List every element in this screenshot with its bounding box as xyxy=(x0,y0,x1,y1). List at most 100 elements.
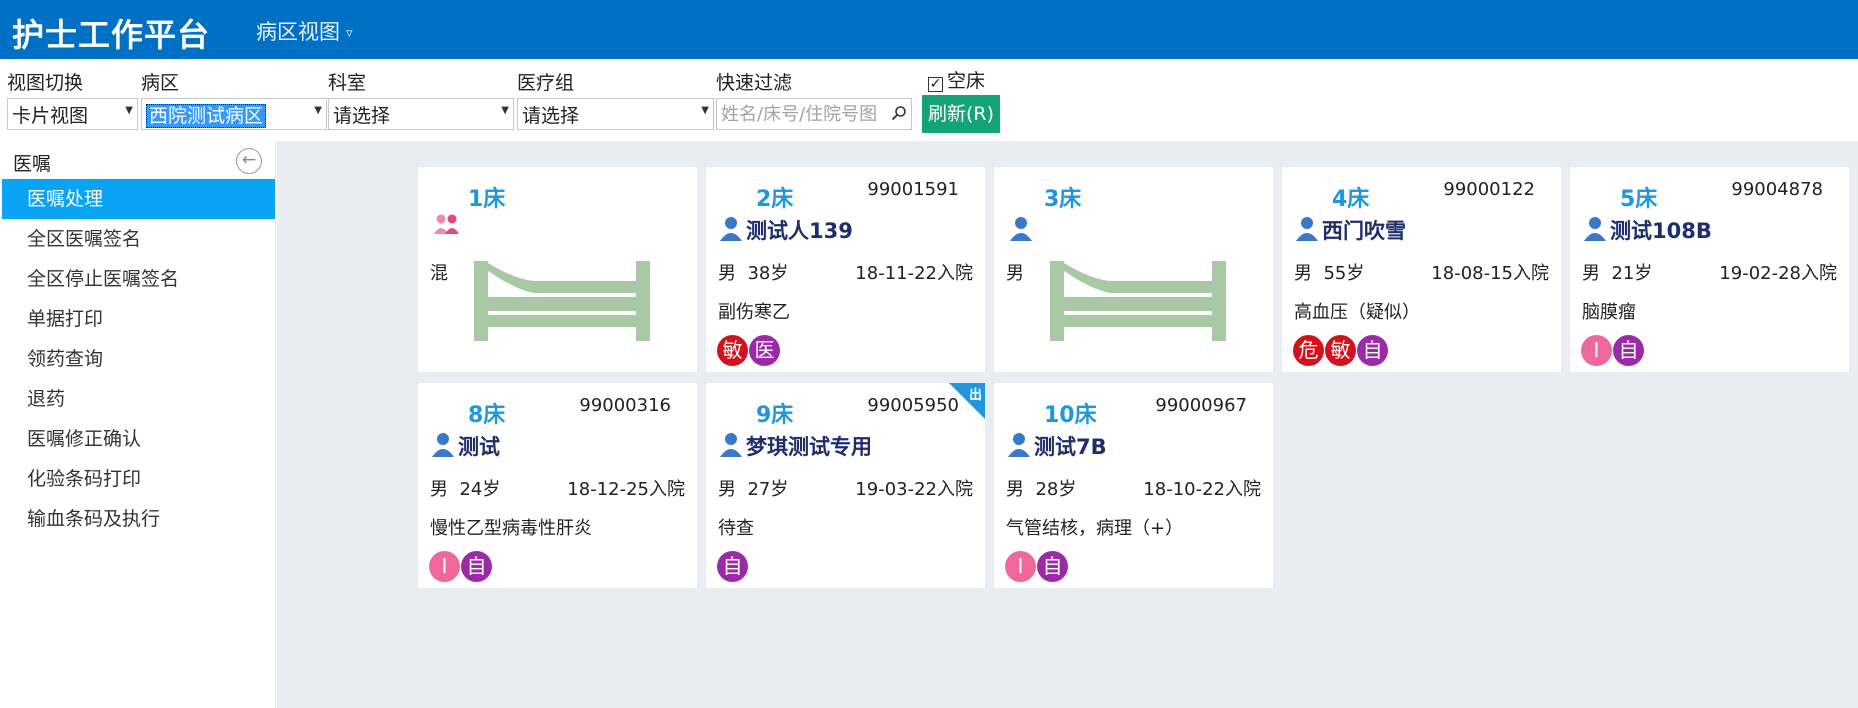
admission-date: 19-03-22入院 xyxy=(855,479,973,500)
bed-card-empty[interactable]: 1床 混 xyxy=(418,167,697,372)
patient-name: 测试人139 xyxy=(746,219,853,243)
sidebar-item-lab-barcode-print[interactable]: 化验条码打印 xyxy=(0,459,275,499)
diagnosis-text: 气管结核，病理（+） xyxy=(1006,518,1184,539)
patient-name-row: 测试 xyxy=(430,431,500,461)
empty-bed-icon xyxy=(1050,261,1226,341)
badge-group: 敏医 xyxy=(717,335,781,366)
badge-group: 自 xyxy=(717,551,749,582)
allergy-badge: 敏 xyxy=(717,335,748,366)
quick-filter-label: 快速过滤 xyxy=(716,72,793,94)
quick-filter-input[interactable] xyxy=(721,100,889,128)
self-pay-badge: 自 xyxy=(717,551,748,582)
checkbox-checked-icon: ✓ xyxy=(928,76,943,92)
grade-i-badge: I xyxy=(1005,551,1036,582)
gender-text: 男 xyxy=(718,263,736,284)
bed-number: 3床 xyxy=(1044,187,1082,212)
self-pay-badge: 自 xyxy=(461,551,492,582)
badge-group: I自 xyxy=(1581,335,1645,366)
bed-number: 4床 xyxy=(1332,187,1370,212)
patient-info-row: 男 21岁 19-02-28入院 xyxy=(1582,259,1837,285)
patient-name: 测试 xyxy=(458,435,500,459)
bed-card-patient[interactable]: 10床 99000967 测试7B 男 28岁 18-10-22入院 气管结核，… xyxy=(994,383,1273,588)
diagnosis-text: 待查 xyxy=(718,518,754,539)
ward-value: 西院测试病区 xyxy=(146,104,267,128)
bed-card-patient[interactable]: 8床 99000316 测试 男 24岁 18-12-25入院 慢性乙型病毒性肝… xyxy=(418,383,697,588)
bed-number: 2床 xyxy=(756,187,794,212)
grade-i-badge: I xyxy=(429,551,460,582)
gender-text: 男 xyxy=(1006,263,1024,284)
admission-date: 19-02-28入院 xyxy=(1719,263,1837,284)
chevron-down-icon: ▼ xyxy=(314,105,322,116)
med-group-label: 医疗组 xyxy=(517,72,575,94)
badge-group: 危敏自 xyxy=(1293,335,1389,366)
bed-card-patient[interactable]: 出 9床 99005950 梦琪测试专用 男 27岁 19-03-22入院 待查… xyxy=(706,383,985,588)
age-text: 21岁 xyxy=(1611,263,1653,284)
med-group-select[interactable]: 请选择 ▼ xyxy=(517,98,714,130)
gender-text: 男 xyxy=(1006,479,1024,500)
gender-text: 混 xyxy=(430,263,448,284)
self-pay-badge: 自 xyxy=(1613,335,1644,366)
view-switch-select[interactable]: 卡片视图 ▼ xyxy=(7,98,138,130)
empty-bed-icon xyxy=(474,261,650,341)
sidebar-item-order-correction[interactable]: 医嘱修正确认 xyxy=(0,419,275,459)
patient-name: 测试108B xyxy=(1610,219,1712,243)
refresh-button[interactable]: 刷新(R) xyxy=(922,95,1000,133)
badge-group: I自 xyxy=(1005,551,1069,582)
bed-card-area: 1床 混 2床 99001591 测试人139 男 38岁 18-11-22入院… xyxy=(277,141,1858,708)
inpatient-number: 99000967 xyxy=(1155,395,1247,416)
age-text: 27岁 xyxy=(747,479,789,500)
empty-bed-checkbox[interactable]: ✓ 空床 xyxy=(928,66,985,93)
admission-date: 18-11-22入院 xyxy=(855,263,973,284)
inpatient-number: 99001591 xyxy=(867,179,959,200)
person-icon xyxy=(720,217,742,241)
admission-date: 18-08-15入院 xyxy=(1431,263,1549,284)
gender-text: 男 xyxy=(718,479,736,500)
person-icon xyxy=(1010,217,1032,241)
patient-name-row: 测试108B xyxy=(1582,215,1712,245)
top-header: 护士工作平台 病区视图 ▿ xyxy=(0,0,1858,59)
collapse-back-icon[interactable]: ← xyxy=(236,148,262,174)
bed-card-patient[interactable]: 2床 99001591 测试人139 男 38岁 18-11-22入院 副伤寒乙… xyxy=(706,167,985,372)
view-menu-dropdown[interactable]: 病区视图 ▿ xyxy=(256,16,353,46)
view-menu-label: 病区视图 xyxy=(256,20,340,44)
sidebar-header: 医嘱 ← xyxy=(0,141,275,179)
chevron-down-icon: ▼ xyxy=(501,105,509,116)
self-pay-badge: 自 xyxy=(1037,551,1068,582)
bed-card-empty[interactable]: 3床 男 xyxy=(994,167,1273,372)
patient-info-row: 男 28岁 18-10-22入院 xyxy=(1006,475,1261,501)
admission-date: 18-10-22入院 xyxy=(1143,479,1261,500)
sidebar-item-medicine-return[interactable]: 退药 xyxy=(0,379,275,419)
search-icon[interactable] xyxy=(891,105,907,121)
patient-name-row: 测试7B xyxy=(1006,431,1107,461)
filter-bar: 视图切换 卡片视图 ▼ 病区 西院测试病区 ▼ 科室 请选择 ▼ 医疗组 请选择… xyxy=(0,59,1858,141)
sidebar-item-blood-barcode[interactable]: 输血条码及执行 xyxy=(0,499,275,539)
ward-select[interactable]: 西院测试病区 ▼ xyxy=(141,98,327,130)
badge-group: I自 xyxy=(429,551,493,582)
age-text: 28岁 xyxy=(1035,479,1077,500)
bed-card-patient[interactable]: 5床 99004878 测试108B 男 21岁 19-02-28入院 脑膜瘤 … xyxy=(1570,167,1849,372)
inpatient-number: 99005950 xyxy=(867,395,959,416)
gender-text: 男 xyxy=(1582,263,1600,284)
allergy-badge: 敏 xyxy=(1325,335,1356,366)
sidebar-item-ward-stop-order-sign[interactable]: 全区停止医嘱签名 xyxy=(0,259,275,299)
patient-info-row: 男 55岁 18-08-15入院 xyxy=(1294,259,1549,285)
empty-bed-label: 空床 xyxy=(947,70,986,92)
person-icon xyxy=(1584,217,1606,241)
insurance-badge: 医 xyxy=(749,335,780,366)
discharge-tag: 出 xyxy=(968,388,982,403)
inpatient-number: 99000122 xyxy=(1443,179,1535,200)
patient-info-row: 男 27岁 19-03-22入院 xyxy=(718,475,973,501)
sidebar-item-document-print[interactable]: 单据打印 xyxy=(0,299,275,339)
patient-name-row: 西门吹雪 xyxy=(1294,215,1406,245)
sidebar-item-ward-order-sign[interactable]: 全区医嘱签名 xyxy=(0,219,275,259)
sidebar: 医嘱 ← 医嘱处理 全区医嘱签名 全区停止医嘱签名 单据打印 领药查询 退药 医… xyxy=(0,141,276,708)
dept-select[interactable]: 请选择 ▼ xyxy=(328,98,514,130)
critical-badge: 危 xyxy=(1293,335,1324,366)
patient-info-row: 男 24岁 18-12-25入院 xyxy=(430,475,685,501)
inpatient-number: 99000316 xyxy=(579,395,671,416)
bed-card-patient[interactable]: 4床 99000122 西门吹雪 男 55岁 18-08-15入院 高血压（疑似… xyxy=(1282,167,1561,372)
sidebar-item-medicine-query[interactable]: 领药查询 xyxy=(0,339,275,379)
diagnosis-text: 副伤寒乙 xyxy=(718,302,790,323)
patient-name-row: 测试人139 xyxy=(718,215,853,245)
sidebar-item-order-processing[interactable]: 医嘱处理 xyxy=(2,179,275,219)
